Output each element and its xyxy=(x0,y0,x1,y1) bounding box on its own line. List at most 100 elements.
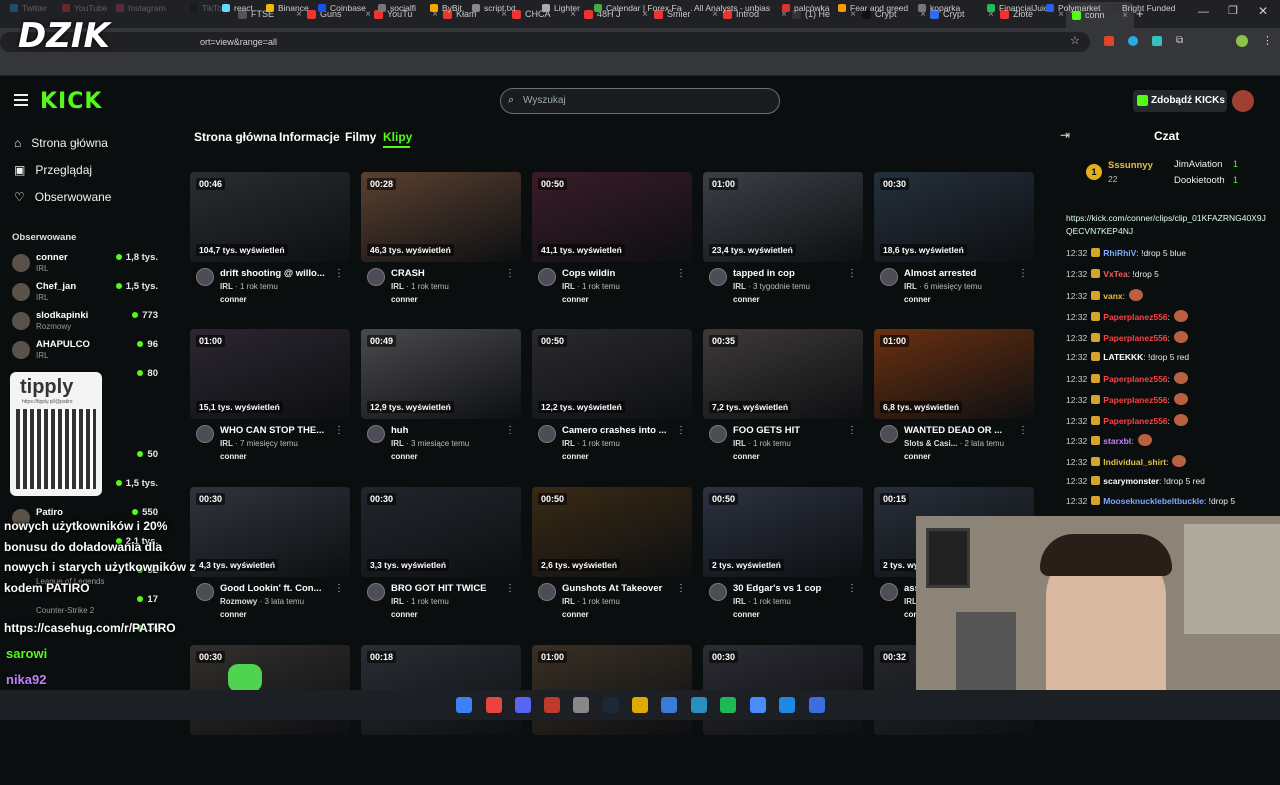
channel-avatar[interactable] xyxy=(196,425,214,443)
more-options-icon[interactable]: ⋮ xyxy=(505,583,515,594)
chat-username[interactable]: starxbl xyxy=(1103,436,1131,446)
bookmark-item[interactable]: FinancialJuice xyxy=(987,3,1053,13)
channel-avatar[interactable] xyxy=(196,268,214,286)
profile-avatar[interactable] xyxy=(1236,35,1248,47)
more-options-icon[interactable]: ⋮ xyxy=(505,425,515,436)
taskbar-app-icon[interactable] xyxy=(661,697,677,713)
more-options-icon[interactable]: ⋮ xyxy=(676,425,686,436)
followed-channel[interactable]: AHAPULCO IRL 96 xyxy=(12,339,162,365)
bookmark-item[interactable]: Bright Funded xyxy=(1110,3,1175,13)
clip-thumbnail[interactable]: 00:30 4,3 tys. wyświetleń xyxy=(190,487,350,577)
channel-avatar[interactable] xyxy=(367,583,385,601)
bookmark-star-icon[interactable]: ☆ xyxy=(1070,34,1080,47)
taskbar-app-icon[interactable] xyxy=(603,697,619,713)
clip-channel[interactable]: conner xyxy=(391,452,418,461)
bookmark-item[interactable]: Calendar | Forex Fac... xyxy=(594,3,693,13)
channel-avatar[interactable] xyxy=(367,425,385,443)
clip-category[interactable]: IRL xyxy=(220,439,233,448)
bookmark-item[interactable]: script.txt xyxy=(472,3,516,13)
clip-title[interactable]: FOO GETS HIT xyxy=(733,425,851,436)
channel-avatar[interactable] xyxy=(880,583,898,601)
clip-channel[interactable]: conner xyxy=(220,452,247,461)
followed-channel[interactable]: slodkapinki Rozmowy 773 xyxy=(12,310,162,336)
taskbar-app-icon[interactable] xyxy=(750,697,766,713)
clip-card[interactable]: 00:28 46,3 tys. wyświetleń CRASH IRL · 1 ro… xyxy=(361,172,521,312)
clip-category[interactable]: Rozmowy xyxy=(220,597,257,606)
clip-channel[interactable]: conner xyxy=(904,452,931,461)
chat-username[interactable]: Mooseknucklebeltbuckle xyxy=(1103,496,1204,506)
more-options-icon[interactable]: ⋮ xyxy=(334,583,344,594)
bookmark-item[interactable]: TikTok xyxy=(190,3,226,13)
clip-category[interactable]: IRL xyxy=(562,597,575,606)
bookmark-item[interactable]: react xyxy=(222,3,253,13)
clip-channel[interactable]: conner xyxy=(733,610,760,619)
bookmark-item[interactable]: All Analysts - unbias xyxy=(682,3,770,13)
tab-info[interactable]: Informacje xyxy=(279,130,340,144)
clip-thumbnail[interactable]: 00:49 12,9 tys. wyświetleń xyxy=(361,329,521,419)
taskbar-app-icon[interactable] xyxy=(486,697,502,713)
clip-thumbnail[interactable]: 00:35 7,2 tys. wyświetleń xyxy=(703,329,863,419)
bookmark-item[interactable]: Twitter xyxy=(10,3,47,13)
clip-thumbnail[interactable]: 00:50 41,1 tys. wyświetleń xyxy=(532,172,692,262)
chat-username[interactable]: Individual_shirt xyxy=(1103,457,1166,467)
clip-category[interactable]: IRL xyxy=(562,282,575,291)
taskbar-app-icon[interactable] xyxy=(809,697,825,713)
minimize-icon[interactable]: — xyxy=(1198,6,1209,18)
taskbar-app-icon[interactable] xyxy=(573,697,589,713)
clip-channel[interactable]: conner xyxy=(220,610,247,619)
bookmark-item[interactable]: koparka xyxy=(918,3,960,13)
channel-avatar[interactable] xyxy=(880,425,898,443)
clip-thumbnail[interactable]: 01:00 23,4 tys. wyświetleń xyxy=(703,172,863,262)
clip-category[interactable]: IRL xyxy=(562,439,575,448)
channel-avatar[interactable] xyxy=(709,425,727,443)
bookmark-item[interactable]: YouTube xyxy=(62,3,107,13)
channel-avatar[interactable] xyxy=(538,268,556,286)
channel-avatar[interactable] xyxy=(709,583,727,601)
close-tab-icon[interactable]: × xyxy=(365,9,371,20)
extension-icon[interactable] xyxy=(1128,36,1138,46)
taskbar-app-icon[interactable] xyxy=(632,697,648,713)
clip-channel[interactable]: conner xyxy=(391,610,418,619)
chat-username[interactable]: Paperplanez556 xyxy=(1103,395,1167,405)
clip-title[interactable]: WANTED DEAD OR ... xyxy=(904,425,1022,436)
clip-card[interactable]: 00:30 18,6 tys. wyświetleń Almost arrested… xyxy=(874,172,1034,312)
clip-card[interactable]: 00:50 12,2 tys. wyświetleń Camero crashes … xyxy=(532,329,692,469)
more-options-icon[interactable]: ⋮ xyxy=(334,425,344,436)
tab-home[interactable]: Strona główna xyxy=(194,130,277,144)
taskbar-app-icon[interactable] xyxy=(544,697,560,713)
clip-thumbnail[interactable]: 01:00 15,1 tys. wyświetleń xyxy=(190,329,350,419)
tab-clips[interactable]: Klipy xyxy=(383,130,412,144)
clip-category[interactable]: Slots & Casi... xyxy=(904,439,957,448)
extension-icon[interactable] xyxy=(1152,36,1162,46)
clip-channel[interactable]: conner xyxy=(733,295,760,304)
chat-username[interactable]: Paperplanez556 xyxy=(1103,333,1167,343)
clip-title[interactable]: Gunshots At Takeover xyxy=(562,583,680,594)
clip-card[interactable]: 00:50 2,6 tys. wyświetleń Gunshots At Take… xyxy=(532,487,692,627)
taskbar-app-icon[interactable] xyxy=(456,697,472,713)
channel-avatar[interactable] xyxy=(880,268,898,286)
clip-title[interactable]: tapped in cop xyxy=(733,268,851,279)
more-options-icon[interactable]: ⋮ xyxy=(505,268,515,279)
clip-card[interactable]: 01:00 23,4 tys. wyświetleń tapped in cop IR… xyxy=(703,172,863,312)
chat-username[interactable]: Paperplanez556 xyxy=(1103,374,1167,384)
kick-logo[interactable]: KICK xyxy=(40,89,102,114)
clip-thumbnail[interactable]: 01:00 6,8 tys. wyświetleń xyxy=(874,329,1034,419)
chat-link[interactable]: https://kick.com/conner/clips/clip_01KFA… xyxy=(1066,212,1266,238)
more-options-icon[interactable]: ⋮ xyxy=(1018,425,1028,436)
clip-title[interactable]: CRASH xyxy=(391,268,509,279)
browser-menu-icon[interactable]: ⋮ xyxy=(1262,34,1273,47)
taskbar-app-icon[interactable] xyxy=(691,697,707,713)
clip-category[interactable]: IRL xyxy=(733,439,746,448)
more-options-icon[interactable]: ⋮ xyxy=(847,268,857,279)
hamburger-menu-icon[interactable] xyxy=(14,94,28,106)
clip-card[interactable]: 00:50 2 tys. wyświetleń 30 Edgar's vs 1 co… xyxy=(703,487,863,627)
bookmark-item[interactable]: Coinbase xyxy=(318,3,366,13)
clip-category[interactable]: IRL xyxy=(904,597,917,606)
more-options-icon[interactable]: ⋮ xyxy=(334,268,344,279)
bookmark-item[interactable]: Polymarket xyxy=(1046,3,1101,13)
clip-category[interactable]: IRL xyxy=(391,439,404,448)
address-bar[interactable]: ort=view&range=all xyxy=(0,32,1090,52)
clip-thumbnail[interactable]: 00:30 18,6 tys. wyświetleń xyxy=(874,172,1034,262)
clip-thumbnail[interactable]: 00:28 46,3 tys. wyświetleń xyxy=(361,172,521,262)
nav-home[interactable]: ⌂ Strona główna xyxy=(14,136,108,150)
